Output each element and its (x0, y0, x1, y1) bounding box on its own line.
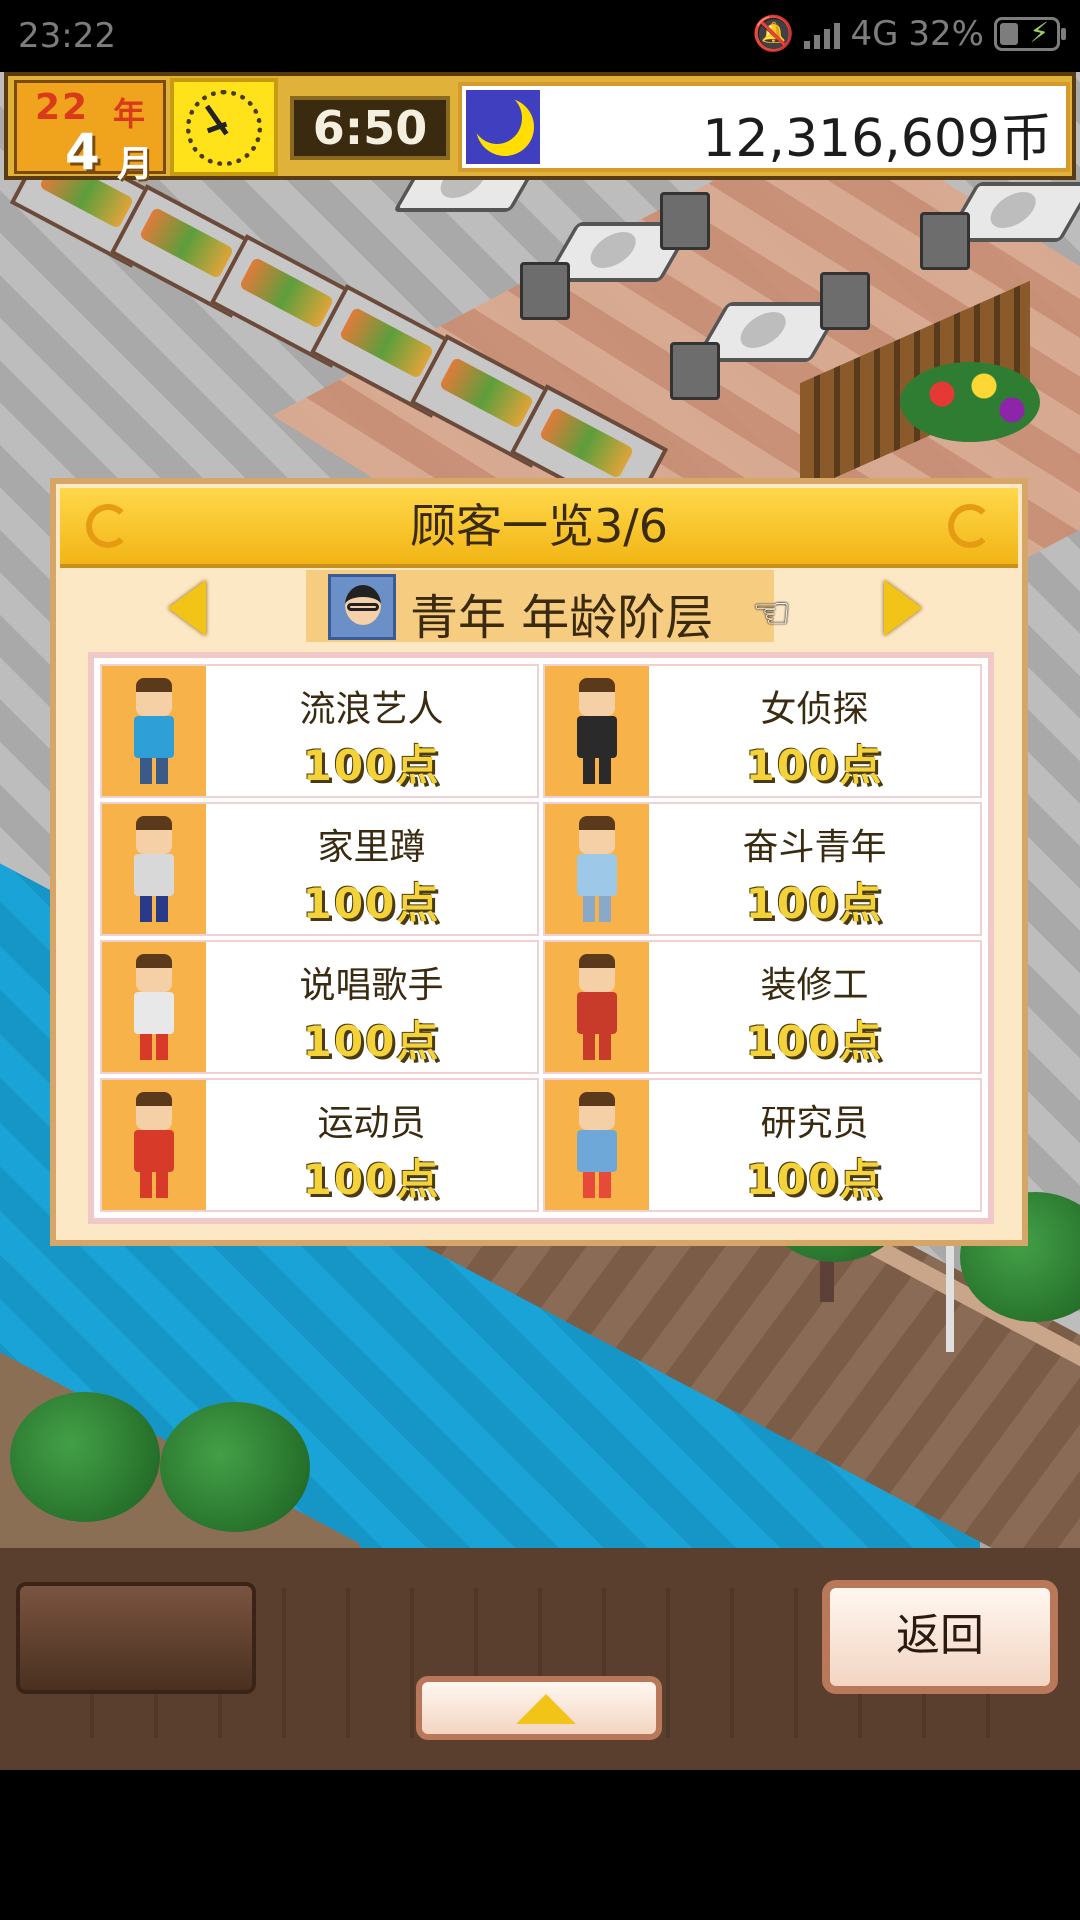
customer-card[interactable]: 装修工 100点 (543, 940, 982, 1074)
dialog-title-bar: 顾客一览3/6 (60, 488, 1018, 568)
customer-points: 100点 (302, 1155, 441, 1204)
customer-points: 100点 (745, 879, 884, 928)
customer-portrait (102, 942, 206, 1072)
chair (660, 192, 710, 250)
customer-points: 100点 (745, 1155, 884, 1204)
customer-name: 流浪艺人 (299, 689, 444, 730)
customer-card[interactable]: 家里蹲 100点 (100, 802, 539, 936)
customer-name: 运动员 (317, 1103, 426, 1144)
customer-name: 研究员 (760, 1103, 869, 1144)
expand-menu-button[interactable] (416, 1676, 662, 1740)
swirl-ornament-icon (86, 504, 130, 548)
signal-icon (804, 19, 841, 49)
tree (160, 1402, 310, 1532)
customer-sprite (573, 954, 621, 1064)
customer-name: 装修工 (760, 965, 869, 1006)
back-button[interactable]: 返回 (822, 1580, 1058, 1694)
swirl-ornament-icon (948, 504, 992, 548)
game-time: 6:50 (290, 96, 450, 160)
customer-card[interactable]: 说唱歌手 100点 (100, 940, 539, 1074)
bottom-bar: 返回 (0, 1548, 1080, 1770)
customer-card[interactable]: 奋斗青年 100点 (543, 802, 982, 936)
customer-portrait (545, 666, 649, 796)
chair (820, 272, 870, 330)
customer-name: 奋斗青年 (742, 827, 887, 868)
chair (520, 262, 570, 320)
nav-bar-area (0, 1770, 1080, 1920)
customer-name: 家里蹲 (317, 827, 426, 868)
tree (10, 1392, 160, 1522)
customer-card[interactable]: 流浪艺人 100点 (100, 664, 539, 798)
customer-points: 100点 (302, 879, 441, 928)
customer-card[interactable]: 运动员 100点 (100, 1078, 539, 1212)
network-type: 4G (850, 14, 899, 54)
customer-list-dialog: 顾客一览3/6 青年 年龄阶层 ☜ 流浪艺人 100点 女侦探 100点 家里蹲 100点… (50, 478, 1028, 1246)
category-selector[interactable]: 青年 年龄阶层 (306, 570, 774, 646)
prev-page-arrow-icon[interactable] (168, 580, 206, 636)
info-panel (16, 1582, 256, 1694)
month-value: 4 (65, 123, 100, 181)
customer-sprite (573, 816, 621, 926)
customer-sprite (130, 816, 178, 926)
top-hud: 22 年 4 月 6:50 12,316,609币 (4, 72, 1076, 185)
status-time: 23:22 (18, 16, 116, 56)
year-label: 年 (113, 95, 146, 133)
status-bar: 23:22 🔕 4G 32% ⚡ (0, 0, 1080, 72)
mute-icon: 🔕 (752, 14, 795, 54)
customer-portrait (102, 666, 206, 796)
battery-percent: 32% (908, 14, 984, 54)
calendar: 22 年 4 月 (14, 80, 166, 185)
customer-sprite (130, 1092, 178, 1202)
chair (670, 342, 720, 400)
customer-points: 100点 (302, 1017, 441, 1066)
customer-portrait (102, 1080, 206, 1210)
customer-points: 100点 (745, 1017, 884, 1066)
dialog-title: 顾客一览3/6 (409, 499, 669, 553)
customer-points: 100点 (302, 741, 441, 790)
battery-icon: ⚡ (994, 16, 1066, 51)
money-amount: 12,316,609币 (702, 109, 1052, 169)
month-label: 月 (117, 144, 154, 185)
customer-sprite (573, 1092, 621, 1202)
pointing-hand-icon: ☜ (752, 588, 792, 639)
customer-name: 女侦探 (760, 689, 869, 730)
customer-points: 100点 (745, 741, 884, 790)
customer-card[interactable]: 研究员 100点 (543, 1078, 982, 1212)
up-arrow-icon (516, 1694, 576, 1724)
customer-portrait (545, 804, 649, 934)
customer-portrait (545, 942, 649, 1072)
money-display: 12,316,609币 (458, 82, 1070, 172)
customer-sprite (130, 954, 178, 1064)
customer-sprite (573, 678, 621, 788)
clock-icon[interactable] (170, 78, 278, 176)
customer-portrait (545, 1080, 649, 1210)
customer-sprite (130, 678, 178, 788)
customer-card[interactable]: 女侦探 100点 (543, 664, 982, 798)
category-avatar (328, 574, 396, 640)
customer-portrait (102, 804, 206, 934)
customer-grid: 流浪艺人 100点 女侦探 100点 家里蹲 100点 奋斗青年 100点 说唱歌手 100点 装修… (88, 652, 994, 1224)
customer-name: 说唱歌手 (299, 965, 444, 1006)
status-icons: 🔕 4G 32% ⚡ (752, 14, 1066, 54)
flower-bed (900, 362, 1040, 442)
next-page-arrow-icon[interactable] (884, 580, 922, 636)
year-value: 22 (35, 87, 90, 128)
moon-icon (466, 90, 540, 164)
chair (920, 212, 970, 270)
category-label: 青年 年龄阶层 (410, 590, 714, 646)
